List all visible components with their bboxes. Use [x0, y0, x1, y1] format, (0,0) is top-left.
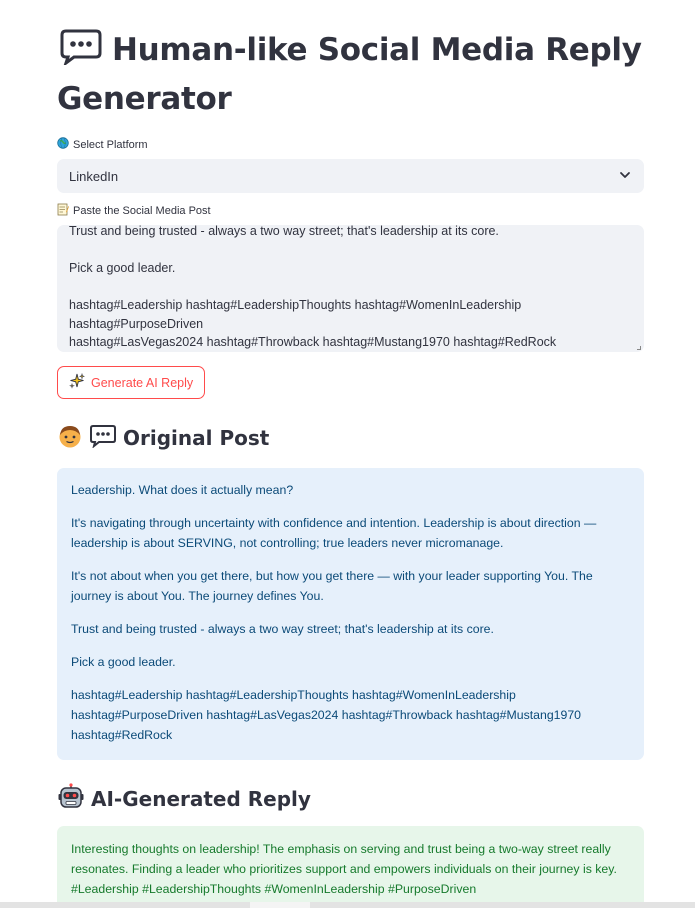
person-icon — [57, 423, 83, 454]
original-post-paragraph: hashtag#Leadership hashtag#LeadershipTho… — [71, 688, 582, 742]
ai-reply-box: Interesting thoughts on leadership! The … — [57, 826, 644, 908]
chevron-down-icon[interactable] — [618, 168, 632, 185]
page-title-text: Human-like Social Media Reply Generator — [57, 32, 642, 117]
ai-reply-heading: AI-Generated Reply — [57, 782, 644, 816]
original-post-box: Leadership. What does it actually mean? … — [57, 468, 644, 760]
original-post-paragraph: It's not about when you get there, but h… — [71, 569, 593, 603]
globe-icon — [57, 137, 69, 152]
platform-label-text: Select Platform — [73, 138, 148, 151]
memo-icon — [57, 203, 69, 219]
sparkles-icon — [69, 372, 85, 392]
textarea-line: hashtag#Leadership hashtag#LeadershipTho… — [69, 298, 522, 312]
page-title: Human-like Social Media Reply Generator — [57, 28, 644, 121]
post-textarea-content: Trust and being trusted - always a two w… — [69, 225, 632, 352]
generate-reply-label: Generate AI Reply — [91, 375, 194, 390]
resize-handle[interactable] — [637, 346, 641, 350]
textarea-line: Trust and being trusted - always a two w… — [69, 225, 499, 238]
platform-select-value: LinkedIn — [69, 168, 119, 184]
platform-label: Select Platform — [57, 137, 644, 152]
original-post-paragraph: Trust and being trusted - always a two w… — [71, 622, 494, 636]
generate-reply-button[interactable]: Generate AI Reply — [57, 366, 206, 399]
ai-reply-heading-text: AI-Generated Reply — [91, 787, 311, 811]
textarea-line: hashtag#PurposeDriven — [69, 316, 204, 331]
post-textarea[interactable]: Trust and being trusted - always a two w… — [57, 225, 644, 352]
original-post-paragraph: Pick a good leader. — [71, 655, 176, 669]
robot-icon — [57, 782, 85, 816]
post-label: Paste the Social Media Post — [57, 203, 644, 219]
original-post-heading: Original Post — [57, 423, 644, 453]
original-post-paragraph: It's navigating through uncertainty with… — [71, 516, 597, 550]
textarea-line: Pick a good leader. — [69, 261, 176, 275]
scrollbar-thumb[interactable] — [250, 902, 310, 908]
main-content: Human-like Social Media Reply Generator … — [57, 0, 644, 908]
original-post-paragraph: Leadership. What does it actually mean? — [71, 483, 294, 497]
post-label-text: Paste the Social Media Post — [73, 205, 211, 217]
ai-reply-text: Interesting thoughts on leadership! The … — [71, 842, 617, 896]
app-page: Human-like Social Media Reply Generator … — [0, 0, 695, 908]
original-post-heading-text: Original Post — [123, 426, 270, 450]
horizontal-scrollbar[interactable] — [0, 902, 695, 908]
speech-bubble-icon — [60, 29, 102, 77]
speech-bubble-icon — [89, 424, 117, 453]
platform-select[interactable]: LinkedIn — [57, 159, 644, 193]
textarea-line: hashtag#LasVegas2024 hashtag#Throwback h… — [69, 335, 557, 349]
